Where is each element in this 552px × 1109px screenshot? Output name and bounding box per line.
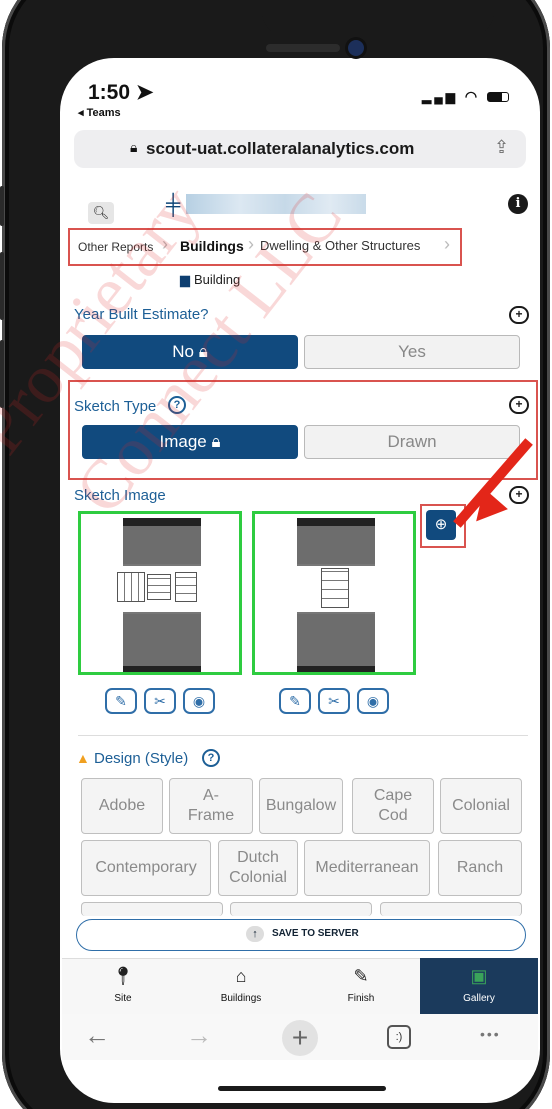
status-icons: ▂▄▆ ◠ [422,88,509,105]
edit-icon[interactable]: ✎ [279,688,311,714]
finish-icon[interactable]: ✎ [346,966,376,987]
design-option[interactable] [230,902,372,916]
upload-icon: ↑ [246,926,264,942]
new-tab-icon[interactable]: + [282,1020,318,1056]
map-pin-icon[interactable]: 📍︎ [108,966,138,987]
search-icon[interactable]: 🔍︎ [88,202,114,224]
add-comment-icon[interactable]: + [509,486,529,504]
back-arrow-icon[interactable]: ← [84,1020,110,1051]
share-icon[interactable]: ⇪ [494,137,509,158]
save-to-server-label: SAVE TO SERVER [272,928,359,939]
sketch-type-drawn-button[interactable]: Drawn [304,425,520,459]
battery-icon [486,92,509,102]
status-time: 1:50 ➤ [88,81,154,104]
thumbnail-image [111,518,213,672]
crop-icon[interactable]: ✂ [318,688,350,714]
tab-site[interactable]: Site [93,993,153,1004]
design-option[interactable] [81,902,223,916]
thumbnail-image [285,518,387,672]
url-text[interactable]: scout-uat.collateralanalytics.com [146,139,414,159]
lock-icon: 🔒︎ [130,139,138,155]
design-option[interactable]: Contemporary [81,840,211,896]
add-image-button[interactable]: ⊕ [426,510,456,540]
add-comment-icon[interactable]: + [509,306,529,324]
camera-icon[interactable]: ◉ [357,688,389,714]
sketch-thumbnail[interactable] [78,511,242,675]
plus-circle-icon: ⊕ [434,516,448,533]
design-option[interactable]: Ranch [438,840,522,896]
front-camera [348,40,364,56]
volume-up-button [0,252,4,320]
divider [78,735,528,736]
design-option[interactable]: Dutch Colonial [218,840,298,896]
location-arrow-icon: ➤ [135,81,154,104]
design-option[interactable]: Adobe [81,778,163,834]
back-to-teams[interactable]: ◂ Teams [78,106,121,119]
screenshot: 1:50 ➤ ◂ Teams ▂▄▆ ◠ 🔒︎ scout-uat.collat… [0,0,552,1109]
lock-icon: 🔒︎ [211,432,221,451]
camera-icon[interactable]: ◉ [183,688,215,714]
edit-icon[interactable]: ✎ [105,688,137,714]
tabs-icon[interactable]: :) [387,1025,411,1049]
crop-icon[interactable]: ✂ [144,688,176,714]
tab-gallery[interactable]: Gallery [449,993,509,1004]
breadcrumb-separator: › [444,234,450,254]
wifi-icon: ◠ [464,88,481,104]
design-option[interactable]: Bungalow [259,778,343,834]
design-option[interactable]: A- Frame [169,778,253,834]
design-option[interactable]: Cape Cod [352,778,434,834]
design-style-label: Design (Style) [94,750,189,767]
warning-icon: ▲ [76,750,90,766]
add-comment-icon[interactable]: + [509,396,529,414]
mute-switch [0,186,4,226]
signal-icon: ▂▄▆ [422,90,458,104]
more-icon[interactable]: ••• [480,1026,501,1042]
tab-buildings[interactable]: Buildings [211,993,271,1004]
help-icon[interactable]: ? [202,749,220,767]
speaker [266,44,340,52]
house-icon[interactable]: ⌂ [226,966,256,987]
year-built-yes-button[interactable]: Yes [304,335,520,369]
design-option[interactable]: Mediterranean [304,840,430,896]
design-option[interactable] [380,902,522,916]
info-icon[interactable]: i [508,194,528,214]
sketch-thumbnail[interactable] [252,511,416,675]
tab-finish[interactable]: Finish [331,993,391,1004]
gallery-icon[interactable]: ▣ [464,966,494,987]
design-option[interactable]: Colonial [440,778,522,834]
notch [262,0,494,36]
forward-arrow-icon[interactable]: → [186,1020,212,1051]
home-indicator [218,1086,386,1091]
building-icon: ▆ [180,272,190,287]
